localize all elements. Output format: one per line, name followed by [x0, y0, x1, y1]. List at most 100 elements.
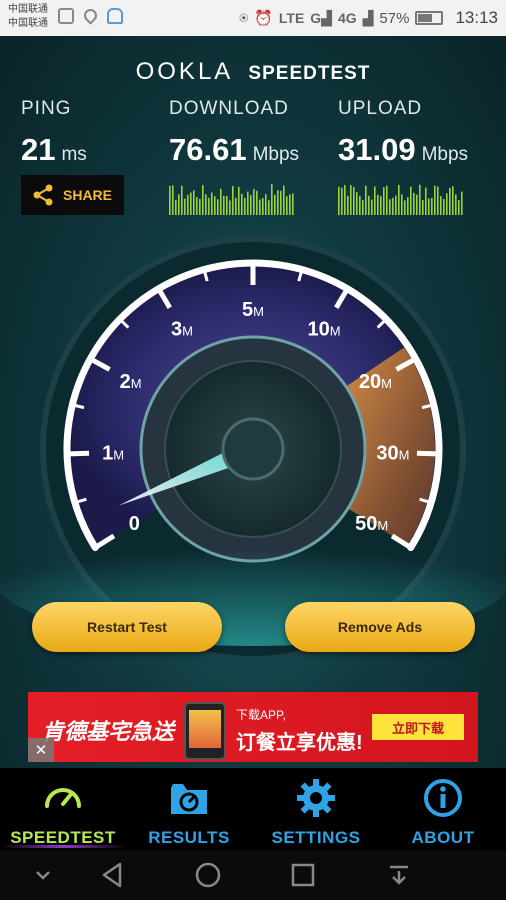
active-tab-indicator: [0, 845, 126, 848]
ping-value-group: 21 ms: [21, 132, 87, 168]
remove-ads-button[interactable]: Remove Ads: [285, 602, 475, 652]
graph-bar: [259, 199, 261, 215]
battery-icon: [415, 11, 444, 25]
signal-icon: G▟: [310, 9, 332, 26]
graph-bar: [380, 196, 382, 215]
logo-ookla: OOKLA: [135, 58, 234, 85]
graph-bar: [172, 185, 174, 215]
upload-label: UPLOAD: [338, 98, 423, 119]
graph-bar: [232, 186, 234, 215]
graph-bar: [362, 199, 364, 215]
graph-bar: [238, 186, 240, 215]
home-icon[interactable]: [191, 858, 225, 892]
gauge-tick: [416, 450, 438, 457]
tab-about[interactable]: ABOUT: [380, 768, 506, 850]
graph-bar: [368, 195, 370, 215]
graph-bar: [283, 185, 285, 215]
graph-bar: [247, 191, 249, 215]
graph-bar: [389, 199, 391, 215]
graph-bar: [359, 195, 361, 215]
ad-brand: 肯德基宅急送: [42, 719, 175, 744]
graph-bar: [422, 200, 424, 215]
back-icon[interactable]: [96, 858, 130, 892]
image-icon: [58, 8, 74, 24]
vibrate-icon: ⍟: [239, 9, 249, 27]
share-button[interactable]: SHARE: [21, 175, 124, 215]
graph-bar: [449, 187, 451, 215]
graph-bar: [398, 184, 400, 215]
graph-bar: [428, 198, 430, 215]
graph-bar: [446, 193, 448, 215]
carrier-info: 中国联通 中国联通: [8, 3, 48, 31]
graph-bar: [437, 186, 439, 215]
ad-download-button[interactable]: 立即下载: [372, 714, 464, 740]
ping-unit: ms: [61, 144, 87, 165]
gear-icon: [297, 779, 335, 817]
ad-close-button[interactable]: ✕: [28, 738, 54, 762]
ping-label: PING: [21, 98, 72, 119]
notification-icons: [58, 6, 123, 25]
ad-banner[interactable]: 肯德基宅急送 下载APP, 订餐立享优惠! 立即下载: [28, 692, 478, 762]
graph-bar: [404, 200, 406, 215]
graph-bar: [280, 190, 282, 215]
graph-bar: [338, 186, 340, 215]
network-1-label: LTE: [278, 10, 305, 26]
graph-bar: [377, 194, 379, 215]
graph-bar: [443, 198, 445, 215]
tab-speedtest[interactable]: SPEEDTEST: [0, 768, 126, 850]
graph-bar: [262, 198, 264, 215]
upload-unit: Mbps: [421, 144, 469, 165]
info-icon: [424, 779, 462, 817]
graph-bar: [244, 197, 246, 215]
graph-bar: [286, 196, 288, 215]
graph-bar: [413, 192, 415, 215]
ping-value: 21: [21, 132, 56, 167]
graph-bar: [196, 197, 198, 215]
logo-speedtest: SPEEDTEST: [248, 63, 371, 84]
graph-bar: [223, 195, 225, 215]
graph-bar: [356, 192, 358, 215]
graph-bar: [268, 200, 270, 215]
graph-bar: [425, 187, 427, 215]
chevron-down-icon[interactable]: [26, 858, 60, 892]
tab-settings[interactable]: SETTINGS: [253, 768, 379, 850]
graph-bar: [458, 199, 460, 215]
graph-bar: [211, 192, 213, 215]
graph-bar: [253, 188, 255, 215]
share-label: SHARE: [63, 187, 113, 203]
speed-gauge: 01M2M3M5M10M20M30M50M: [0, 236, 506, 656]
graph-bar: [256, 190, 258, 215]
upload-graph-bars: [338, 184, 463, 215]
gauge-needle-hub: [221, 417, 285, 481]
graph-bar: [452, 186, 454, 215]
graph-bar: [401, 194, 403, 215]
graph-bar: [250, 195, 252, 215]
tab-label-settings: SETTINGS: [271, 828, 361, 847]
graph-bar: [392, 197, 394, 215]
graph-bar: [184, 198, 186, 215]
carrier-2: 中国联通: [8, 18, 48, 29]
download-graph: [169, 184, 294, 215]
graph-bar: [214, 196, 216, 215]
recents-icon[interactable]: [286, 858, 320, 892]
upload-value-group: 31.09 Mbps: [338, 132, 468, 168]
notification-pull-icon[interactable]: [382, 858, 416, 892]
tab-results[interactable]: RESULTS: [126, 768, 252, 850]
graph-bar: [265, 194, 267, 215]
share-icon: [33, 184, 53, 206]
restart-test-button[interactable]: Restart Test: [32, 602, 222, 652]
graph-bar: [193, 190, 195, 215]
graph-bar: [199, 198, 201, 215]
graph-bar: [344, 185, 346, 215]
download-graph-bars: [169, 184, 294, 215]
alarm-icon: ⏰: [254, 10, 273, 27]
bottom-tab-bar: SPEEDTEST RESULTS SETTINGS ABOUT: [0, 768, 506, 850]
graph-bar: [274, 194, 276, 215]
graph-bar: [365, 185, 367, 215]
tab-label-results: RESULTS: [148, 828, 230, 847]
graph-bar: [169, 185, 171, 215]
folder-icon: [171, 784, 207, 814]
graph-bar: [371, 199, 373, 215]
graph-bar: [217, 199, 219, 215]
carrier-1: 中国联通: [8, 4, 48, 15]
